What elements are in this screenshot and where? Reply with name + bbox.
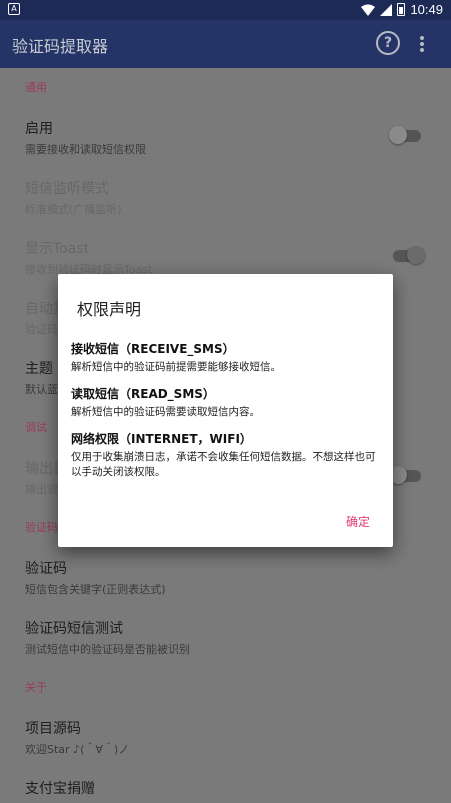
permission-desc: 解析短信中的验证码需要读取短信内容。 xyxy=(71,406,260,418)
permission-name: 网络权限（INTERNET，WIFI） xyxy=(71,432,252,446)
permission-desc: 仅用于收集崩溃日志，承诺不会收集任何短信数据。不想这样也可以手动关闭该权限。 xyxy=(71,451,376,478)
permission-item: 读取短信（READ_SMS） 解析短信中的验证码需要读取短信内容。 xyxy=(71,385,383,420)
permission-dialog: 权限声明 接收短信（RECEIVE_SMS） 解析短信中的验证码前提需要能够接收… xyxy=(58,274,393,547)
dialog-title: 权限声明 xyxy=(77,300,142,319)
permission-desc: 解析短信中的验证码前提需要能够接收短信。 xyxy=(71,361,281,373)
permission-item: 接收短信（RECEIVE_SMS） 解析短信中的验证码前提需要能够接收短信。 xyxy=(71,340,383,375)
dialog-body: 接收短信（RECEIVE_SMS） 解析短信中的验证码前提需要能够接收短信。 读… xyxy=(71,340,383,490)
ok-button[interactable]: 确定 xyxy=(346,513,370,530)
permission-name: 读取短信（READ_SMS） xyxy=(71,387,215,401)
permission-item: 网络权限（INTERNET，WIFI） 仅用于收集崩溃日志，承诺不会收集任何短信… xyxy=(71,430,383,480)
permission-name: 接收短信（RECEIVE_SMS） xyxy=(71,342,235,356)
